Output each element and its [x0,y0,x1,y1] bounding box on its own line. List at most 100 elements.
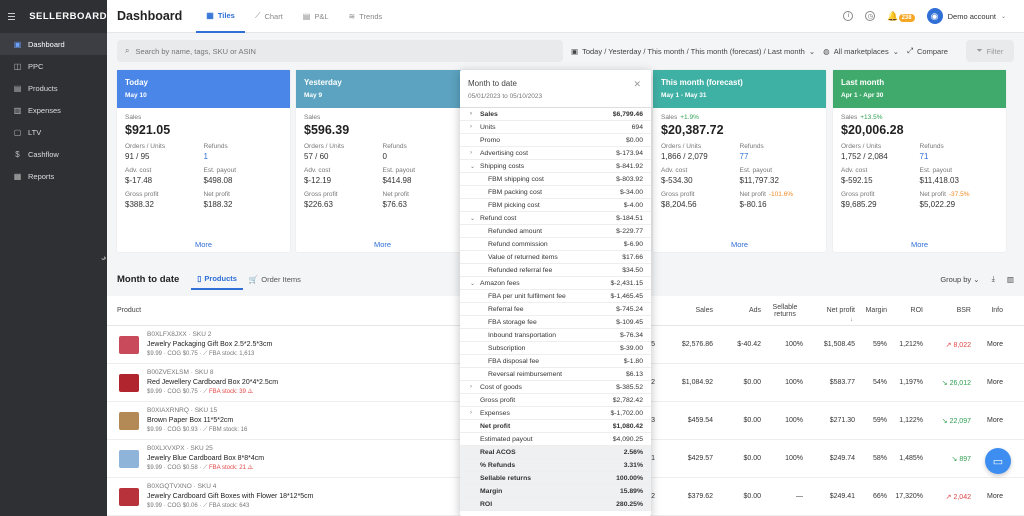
stock-chart-icon: ⟋ [203,465,208,471]
sidebar-item-expenses[interactable]: ▥ Expenses [0,99,107,121]
sidebar-item-products[interactable]: ▤ Products [0,77,107,99]
col-margin[interactable]: Margin [859,307,887,314]
tab-pl[interactable]: ▤ P&L [293,0,339,33]
notifications-button[interactable]: 🔔 238 [887,11,915,22]
section-title: Month to date [117,273,180,285]
popover-row-refund-commission: Refund commission $-6.90 [460,238,651,251]
payout-label: Est. payout [382,167,416,174]
chevron-right-icon: › [470,150,472,156]
col-sellable-returns[interactable]: Sellable returns [767,304,803,318]
row-label: Promo [480,136,501,144]
tile-title: Yesterday [304,78,342,87]
orders-value: 1,752 / 2,084 [841,152,888,161]
row-value: $-841.92 [616,162,643,170]
net-label: Net profit -101.6% [739,191,794,198]
sales-cell: $459.54 [687,417,713,424]
row-label: Units [480,123,496,131]
tab-chart[interactable]: ⟋ Chart [245,0,293,33]
tile-header: Yesterday May 9 [296,70,469,108]
gross-value: $226.63 [304,200,333,209]
arrow-down-icon: ↘ [951,456,958,463]
col-ads[interactable]: Ads [725,307,761,314]
period-select[interactable]: ▣ Today / Yesterday / This month / This m… [571,47,815,56]
row-label: Reversal reimbursement [488,370,563,378]
info-icon[interactable]: i [843,11,854,21]
tab-trends[interactable]: ≋ Trends [339,0,393,33]
product-name[interactable]: Jewelry Cardboard Gift Boxes with Flower… [147,493,314,500]
more-link[interactable]: More [983,493,1003,500]
row-value: $4,090.25 [612,435,643,443]
margin-cell: 54% [872,379,887,386]
sidebar-item-dashboard[interactable]: ▣ Dashboard [0,33,107,55]
tile-more-link[interactable]: More [833,240,1006,249]
orders-label: Orders / Units [661,143,702,150]
tile-body: Sales +1.9% $20,387.72 Orders / Units 1,86… [653,108,826,249]
clock-icon[interactable]: ◷ [865,11,876,21]
chevron-down-icon: ⌄ [1000,13,1006,20]
more-link[interactable]: More [983,379,1003,386]
orders-label: Orders / Units [841,143,882,150]
row-label: Sellable returns [480,474,531,482]
popover-row-cost-of-goods[interactable]: › Cost of goods $-385.52 [460,381,651,394]
col-net-profit[interactable]: Net profit [813,307,855,314]
tile-last-month: Last month Apr 1 - Apr 30 Sales +13.5% $2… [833,70,1006,252]
sidebar-item-cashflow[interactable]: $ Cashflow [0,143,107,165]
product-name[interactable]: Jewelry Blue Cardboard Box 8*8*4cm [147,455,264,462]
marketplace-select[interactable]: ◍ All marketplaces ⌄ [823,47,899,56]
more-link[interactable]: More [983,341,1003,348]
menu-icon[interactable] [8,13,16,20]
tile-more-link[interactable]: More [117,240,290,249]
refunds-value[interactable]: 77 [740,152,819,161]
download-icon[interactable]: ⤓ [992,274,995,284]
tile-more-link[interactable]: More [296,240,469,249]
sidebar-item-ltv[interactable]: ▢ LTV [0,121,107,143]
tab-tiles[interactable]: ▦ Tiles [196,0,245,33]
net-label: Net profit -37.5% [919,191,970,198]
popover-row-reversal-reimbursement: Reversal reimbursement $6.13 [460,368,651,381]
popover-row-sales[interactable]: › Sales $6,799.46 [460,108,651,121]
col-bsr[interactable]: BSR [947,307,971,314]
col-sales[interactable]: Sales [679,307,713,314]
compare-icon: ⤢ [907,46,914,55]
tab-order-items[interactable]: 🛒 Order Items [243,268,307,290]
popover-row-expenses[interactable]: › Expenses $-1,702.00 [460,407,651,420]
product-name[interactable]: Jewelry Packaging Gift Box 2.5*2.5*3cm [147,341,272,348]
chat-button[interactable]: ▭ [985,448,1011,474]
col-roi[interactable]: ROI [897,307,923,314]
sales-label: Sales +13.5% [841,114,883,121]
net-value: $5,022.29 [919,200,956,209]
row-value: $2,782.42 [612,396,643,404]
columns-icon[interactable]: ▥ [1007,275,1014,284]
col-product[interactable]: Product [117,307,141,314]
sidebar-item-reports[interactable]: ▦ Reports [0,165,107,187]
search-input[interactable] [135,46,536,56]
more-link[interactable]: More [983,417,1003,424]
globe-icon: ◍ [823,46,830,56]
popover-row-amazon-fees[interactable]: ⌄ Amazon fees $-2,431.15 [460,277,651,290]
filter-button[interactable]: ⏷ Filter [966,40,1014,62]
popover-row-units[interactable]: › Units 694 [460,121,651,134]
group-by-select[interactable]: Group by ⌄ [940,275,979,284]
adv-label: Adv. cost [125,167,152,174]
popover-row-margin: Margin 15.89% [460,485,651,498]
sort-down-icon[interactable]: ↓ [850,317,853,323]
tile-more-link[interactable]: More [653,240,826,249]
account-menu[interactable]: ◉ Demo account ⌄ [926,8,1006,24]
close-icon[interactable]: ✕ [633,79,641,90]
product-asin: B0XGQTVXNO · SKU 4 [147,483,217,490]
sidebar-item-ppc[interactable]: ◫ PPC [0,55,107,77]
refunds-value[interactable]: 0 [383,152,462,161]
warning-icon: ⚠ [247,389,253,395]
popover-row-shipping-costs[interactable]: ⌄ Shipping costs $-841.92 [460,160,651,173]
product-name[interactable]: Red Jewellery Cardboard Box 20*4*2.5cm [147,379,278,386]
compare-button[interactable]: ⤢ Compare [907,46,948,56]
orders-value: 91 / 95 [125,152,150,161]
refunds-value[interactable]: 71 [920,152,999,161]
popover-row-advertising-cost[interactable]: › Advertising cost $-173.94 [460,147,651,160]
refunds-value[interactable]: 1 [204,152,283,161]
popover-row-refund-cost[interactable]: ⌄ Refund cost $-184.51 [460,212,651,225]
product-name[interactable]: Brown Paper Box 11*5*2cm [147,417,233,424]
tab-products[interactable]: ▯ Products [191,268,243,290]
refunds-label: Refunds [203,143,228,150]
product-meta: $9.99 · COG $0.06 · ⟋ FBA stock: 643 [147,503,250,509]
